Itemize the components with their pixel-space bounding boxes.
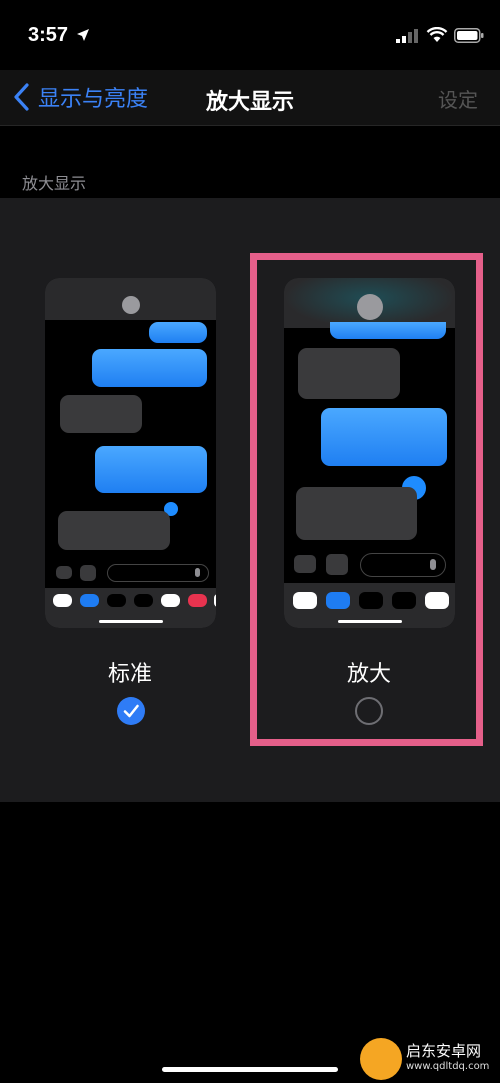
message-field <box>107 564 209 582</box>
status-bar: 3:57 <box>0 0 500 70</box>
checkmark-selected-icon[interactable] <box>117 697 145 725</box>
cellular-signal-icon <box>396 29 418 43</box>
option-standard[interactable]: 标准 <box>0 198 250 802</box>
watermark-logo-icon <box>360 1038 402 1080</box>
watermark-text: 启东安卓网 www.qdltdq.com <box>406 1043 489 1075</box>
standard-preview <box>45 278 216 628</box>
app-icon <box>80 594 99 607</box>
page-title: 放大显示 <box>205 90 294 115</box>
app-drawer <box>45 588 216 628</box>
location-arrow-icon <box>77 29 89 41</box>
message-bubble-in <box>58 511 170 550</box>
battery-icon <box>454 28 484 43</box>
preview-home-indicator <box>98 620 163 623</box>
section-header: 放大显示 <box>22 174 87 193</box>
avatar-icon <box>121 296 140 314</box>
message-bubble-in <box>60 395 142 433</box>
settings-button[interactable]: 设定 <box>438 84 478 113</box>
watermark-name: 启东安卓网 <box>406 1042 482 1060</box>
message-bubble-out <box>95 446 207 493</box>
watermark: 启东安卓网 www.qdltdq.com <box>360 1035 500 1083</box>
app-icon <box>134 594 153 607</box>
camera-icon <box>56 566 72 579</box>
message-bubble-out <box>149 322 207 343</box>
app-icon <box>107 594 126 607</box>
wifi-icon <box>426 27 448 42</box>
app-icon <box>214 594 216 607</box>
option-label: 标准 <box>107 662 152 687</box>
app-icon <box>161 594 180 607</box>
highlight-box <box>250 253 483 746</box>
app-icon <box>188 594 207 607</box>
app-store-icon <box>80 565 96 581</box>
microphone-icon <box>195 568 200 577</box>
watermark-url: www.qdltdq.com <box>406 1061 490 1072</box>
app-icon <box>53 594 72 607</box>
status-time: 3:57 <box>28 24 69 46</box>
message-input-row <box>45 564 216 582</box>
preview-header <box>45 278 216 320</box>
message-bubble-out <box>92 349 207 387</box>
home-indicator <box>162 1067 338 1072</box>
navigation-bar: 显示与亮度 放大显示 设定 <box>0 70 500 126</box>
